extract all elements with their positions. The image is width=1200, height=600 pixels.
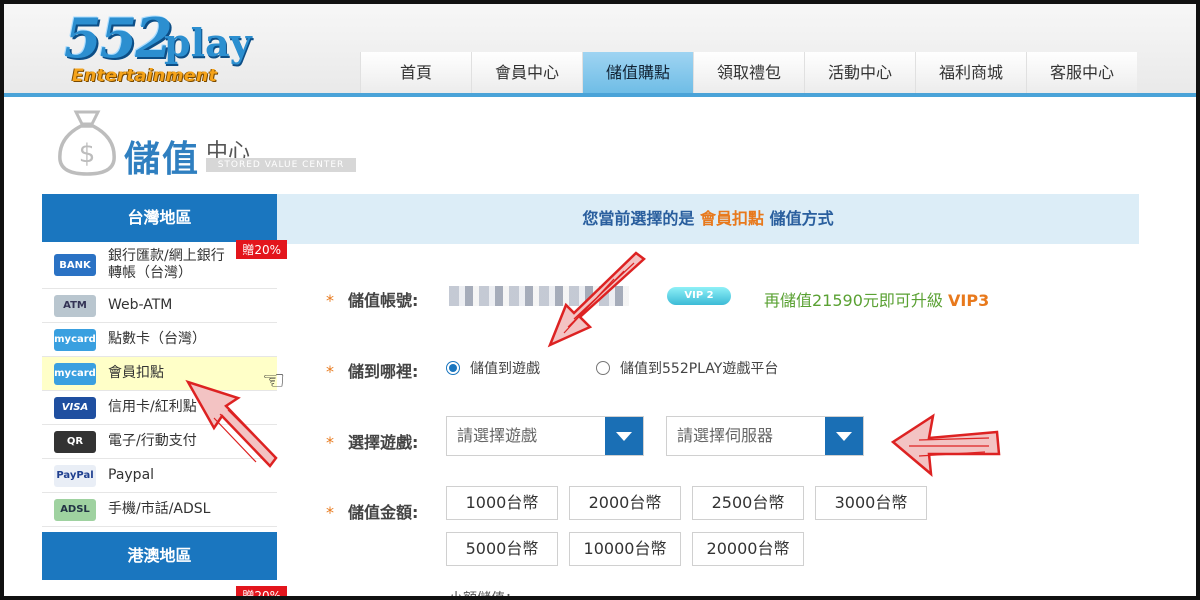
- nav-support[interactable]: 客服中心: [1026, 52, 1137, 93]
- mycard-icon: mycard: [54, 328, 96, 351]
- region-taiwan[interactable]: 台灣地區: [42, 194, 277, 242]
- game-row-label: * 選擇遊戲:: [326, 433, 419, 452]
- amount-option[interactable]: 2500台幣: [692, 486, 804, 520]
- upgrade-level: VIP3: [948, 291, 990, 310]
- paypal-icon: PayPal: [54, 464, 96, 487]
- banner-highlight: 會員扣點: [699, 209, 764, 228]
- header-divider: [4, 93, 1196, 97]
- method-label: 銀行匯款/網上銀行轉帳（台灣）: [108, 248, 225, 281]
- radio-dot[interactable]: [596, 361, 610, 375]
- chevron-down-icon[interactable]: [605, 417, 643, 455]
- nav-events[interactable]: 活動中心: [804, 52, 915, 93]
- chevron-down-icon[interactable]: [825, 417, 863, 455]
- method-label: Paypal: [108, 467, 155, 483]
- logo-number: 552: [64, 6, 173, 70]
- account-label: 儲值帳號:: [348, 291, 419, 310]
- page-frame: 552 play Entertainment 首頁 會員中心 儲值購點 領取禮包…: [0, 0, 1200, 600]
- money-bag-icon: $: [58, 110, 116, 176]
- amount-label: 儲值金額:: [348, 503, 419, 522]
- region-hk-macau[interactable]: 港澳地區: [42, 532, 277, 580]
- logo-tagline: Entertainment: [72, 66, 218, 86]
- method-point-card[interactable]: mycard 點數卡（台灣）: [42, 323, 277, 357]
- atm-card-icon: ATM: [54, 294, 96, 317]
- method-phone-adsl[interactable]: ADSL 手機/市話/ADSL: [42, 493, 277, 527]
- bank-icon: BANK: [54, 254, 96, 276]
- radio-to-platform[interactable]: 儲值到552PLAY遊戲平台: [596, 358, 778, 378]
- radio-to-game[interactable]: 儲值到遊戲: [446, 358, 540, 378]
- game-select[interactable]: 請選擇遊戲: [446, 416, 644, 456]
- bonus-badge: 贈20%: [236, 240, 287, 259]
- annotation-arrow-icon: [185, 379, 278, 468]
- phone-icon: ADSL: [54, 498, 96, 521]
- amount-option[interactable]: 2000台幣: [569, 486, 681, 520]
- radio-label: 儲值到遊戲: [470, 361, 540, 377]
- amount-option[interactable]: 3000台幣: [815, 486, 927, 520]
- method-label: 手機/市話/ADSL: [108, 501, 211, 517]
- bonus-badge-2: 贈20%: [236, 586, 287, 596]
- amount-option[interactable]: 1000台幣: [446, 486, 558, 520]
- server-select[interactable]: 請選擇伺服器: [666, 416, 864, 456]
- small-amount-label: 小額儲值：: [449, 591, 519, 600]
- upgrade-hint: 再儲值21590元即可升級 VIP3: [764, 287, 989, 311]
- title-main: 儲值: [124, 139, 201, 180]
- method-label: 會員扣點: [108, 365, 164, 381]
- vip-badge: VIP 2: [667, 287, 731, 305]
- method-label: 點數卡（台灣）: [108, 331, 206, 347]
- mycard-icon: mycard: [54, 362, 96, 385]
- game-select-placeholder: 請選擇遊戲: [457, 426, 538, 445]
- nav-member-center[interactable]: 會員中心: [471, 52, 582, 93]
- main-nav: 首頁 會員中心 儲值購點 領取禮包 活動中心 福利商城 客服中心: [360, 52, 1137, 93]
- banner-suffix: 儲值方式: [769, 209, 834, 228]
- amount-option[interactable]: 20000台幣: [692, 532, 804, 566]
- title-english: STORED VALUE CENTER: [206, 158, 356, 172]
- nav-shop[interactable]: 福利商城: [915, 52, 1026, 93]
- game-label: 選擇遊戲:: [348, 433, 419, 452]
- method-bank-transfer[interactable]: 贈20% BANK 銀行匯款/網上銀行轉帳（台灣）: [42, 240, 287, 289]
- amount-option[interactable]: 10000台幣: [569, 532, 681, 566]
- upgrade-prefix: 再儲值21590元即可升級: [764, 291, 943, 310]
- visa-icon: VISA: [54, 396, 96, 419]
- nav-home[interactable]: 首頁: [360, 52, 471, 93]
- amount-row-label: * 儲值金額:: [326, 503, 419, 522]
- nav-topup[interactable]: 儲值購點: [582, 52, 693, 93]
- target-label: 儲到哪裡:: [348, 362, 419, 381]
- server-select-placeholder: 請選擇伺服器: [677, 426, 774, 445]
- banner-prefix: 您當前選擇的是: [582, 209, 695, 228]
- selected-method-banner: 您當前選擇的是 會員扣點 儲值方式: [277, 194, 1139, 244]
- radio-dot-selected[interactable]: [446, 361, 460, 375]
- site-logo[interactable]: 552 play Entertainment: [64, 6, 264, 92]
- annotation-arrow-icon: [547, 251, 646, 348]
- site-header: 552 play Entertainment 首頁 會員中心 儲值購點 領取禮包…: [4, 4, 1196, 94]
- svg-text:$: $: [79, 139, 96, 169]
- page-title: $ 儲值 中心 STORED VALUE CENTER: [54, 104, 364, 184]
- amount-option[interactable]: 5000台幣: [446, 532, 558, 566]
- logo-play: play: [164, 20, 252, 65]
- method-label: Web-ATM: [108, 297, 173, 313]
- nav-gift-pack[interactable]: 領取禮包: [693, 52, 804, 93]
- method-web-atm[interactable]: ATM Web-ATM: [42, 289, 277, 323]
- radio-label: 儲值到552PLAY遊戲平台: [620, 361, 779, 377]
- qr-code-icon: QR: [54, 430, 96, 453]
- account-row-label: * 儲值帳號:: [326, 291, 419, 310]
- target-row-label: * 儲到哪裡:: [326, 362, 419, 381]
- annotation-arrow-icon: [890, 413, 1001, 477]
